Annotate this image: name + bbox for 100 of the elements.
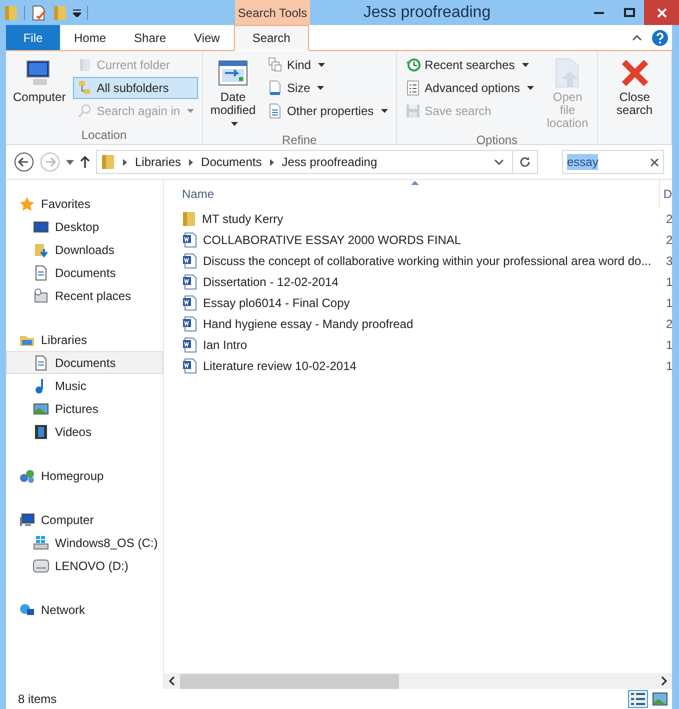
collapse-ribbon-icon[interactable] bbox=[632, 34, 642, 40]
address-bar[interactable]: Libraries Documents Jess proofreading bbox=[96, 150, 538, 174]
ribbon-tab[interactable]: Home bbox=[60, 25, 120, 50]
refresh-icon[interactable] bbox=[519, 156, 531, 168]
ribbon-tab[interactable]: View bbox=[180, 25, 234, 50]
nav-item[interactable]: Downloads bbox=[6, 238, 163, 261]
clear-icon[interactable] bbox=[650, 158, 659, 166]
ribbon-button[interactable]: Recent searches bbox=[400, 54, 538, 76]
ribbon-small-icon bbox=[266, 57, 283, 73]
nav-icon bbox=[19, 468, 35, 484]
scrollbar-thumb[interactable] bbox=[180, 674, 399, 688]
item-count: 8 items bbox=[18, 692, 58, 706]
chevron-icon[interactable] bbox=[123, 158, 127, 166]
help-icon[interactable] bbox=[652, 30, 668, 46]
context-tab-header: Search Tools bbox=[235, 0, 310, 25]
ribbon-tab[interactable]: File bbox=[6, 25, 60, 50]
view-button[interactable] bbox=[628, 690, 648, 708]
ribbon-button[interactable]: All subfolders bbox=[72, 77, 198, 99]
group-label: Refine bbox=[281, 133, 318, 147]
ribbon-button[interactable]: Other properties bbox=[262, 100, 392, 122]
breadcrumb[interactable]: Libraries bbox=[135, 155, 182, 169]
close-button[interactable] bbox=[644, 0, 679, 25]
back-button[interactable] bbox=[14, 152, 34, 172]
nav-icon bbox=[19, 602, 35, 618]
dropdown-icon[interactable] bbox=[73, 8, 81, 16]
chevron-icon[interactable] bbox=[270, 158, 274, 166]
ribbon-small-icon bbox=[76, 103, 93, 119]
table-cell-text: 2 bbox=[665, 212, 672, 226]
file-name[interactable]: Hand hygiene essay - Mandy proofread bbox=[164, 316, 663, 332]
nav-item[interactable]: Computer bbox=[6, 508, 163, 531]
nav-item[interactable]: Homegroup bbox=[6, 464, 163, 487]
column-header[interactable]: Name bbox=[164, 187, 660, 201]
ribbon-button[interactable]: Date modified bbox=[207, 54, 259, 133]
folder-icon bbox=[101, 154, 115, 170]
nav-icon bbox=[33, 534, 49, 550]
word-document-icon bbox=[182, 232, 197, 248]
table-cell-text: 2 bbox=[665, 316, 672, 330]
ribbon-tab[interactable]: Search bbox=[234, 25, 309, 51]
nav-item[interactable]: Pictures bbox=[6, 397, 163, 420]
caret-icon bbox=[187, 109, 194, 113]
file-name[interactable]: Ian Intro bbox=[164, 336, 663, 352]
up-arrow-icon[interactable] bbox=[80, 156, 90, 168]
nav-item[interactable]: Music bbox=[6, 374, 163, 397]
table-cell-text: 1 bbox=[665, 338, 672, 352]
nav-icon bbox=[33, 264, 49, 280]
ribbon-button[interactable]: Advanced options bbox=[400, 77, 538, 99]
maximize-icon[interactable] bbox=[624, 8, 634, 17]
file-name[interactable]: Literature review 10-02-2014 bbox=[164, 358, 663, 374]
ribbon-button[interactable]: Kind bbox=[262, 54, 392, 76]
nav-item[interactable]: Favorites bbox=[6, 192, 163, 215]
caret-icon bbox=[527, 86, 534, 90]
table-cell-text: 1 bbox=[665, 296, 672, 310]
word-document-icon bbox=[182, 336, 197, 352]
ribbon-tab[interactable]: Share bbox=[120, 25, 180, 50]
word-document-icon bbox=[182, 358, 197, 374]
ribbon-button[interactable]: Computer bbox=[10, 54, 69, 107]
word-document-icon bbox=[182, 252, 197, 268]
ribbon-small-icon bbox=[266, 80, 283, 96]
nav-item[interactable]: LENOVO (D:) bbox=[6, 554, 163, 577]
minimize-icon[interactable] bbox=[594, 12, 604, 14]
ribbon-small-icon bbox=[76, 80, 93, 96]
chevron-icon[interactable] bbox=[189, 158, 194, 166]
file-name[interactable]: COLLABORATIVE ESSAY 2000 WORDS FINAL bbox=[164, 232, 663, 248]
breadcrumb[interactable]: Jess proofreading bbox=[282, 155, 378, 169]
ribbon-button[interactable]: Size bbox=[262, 77, 392, 99]
word-document-icon bbox=[182, 294, 197, 310]
table-cell-text: 2 bbox=[665, 232, 672, 246]
nav-item[interactable]: Libraries bbox=[6, 328, 163, 351]
caret-icon bbox=[231, 122, 238, 126]
ribbon-small-icon bbox=[404, 103, 421, 119]
nav-item[interactable]: Recent places bbox=[6, 284, 163, 307]
caret-icon bbox=[522, 63, 529, 67]
nav-item[interactable]: Documents bbox=[6, 351, 163, 374]
file-name[interactable]: MT study Kerry bbox=[164, 210, 663, 226]
nav-icon bbox=[33, 424, 49, 440]
file-name[interactable]: Discuss the concept of collaborative working within your professional area word do... bbox=[164, 252, 663, 268]
ribbon-button[interactable]: Close search bbox=[602, 54, 667, 120]
window-title: Jess proofreading bbox=[362, 2, 492, 22]
table-cell-text: 1 bbox=[665, 274, 672, 288]
nav-item[interactable]: Documents bbox=[6, 261, 163, 284]
column-header[interactable]: D bbox=[659, 180, 672, 208]
history-dropdown-icon[interactable] bbox=[494, 159, 504, 165]
close-icon bbox=[656, 8, 666, 18]
nav-icon bbox=[33, 288, 49, 304]
nav-item[interactable]: Windows8_OS (C:) bbox=[6, 531, 163, 554]
file-name[interactable]: Dissertation - 12-02-2014 bbox=[164, 274, 663, 290]
properties-icon[interactable] bbox=[31, 4, 47, 20]
nav-icon bbox=[33, 218, 49, 234]
nav-item[interactable]: Desktop bbox=[6, 215, 163, 238]
nav-icon bbox=[33, 400, 49, 416]
file-name[interactable]: Essay plo6014 - Final Copy bbox=[164, 294, 663, 310]
nav-item[interactable]: Network bbox=[6, 598, 163, 621]
view-button[interactable] bbox=[650, 690, 670, 708]
nav-icon bbox=[33, 354, 49, 370]
picture-view-icon bbox=[652, 692, 668, 706]
breadcrumb[interactable]: Documents bbox=[201, 155, 262, 169]
caret-icon bbox=[317, 86, 324, 90]
table-cell-text: 3 bbox=[665, 254, 672, 268]
nav-item[interactable]: Videos bbox=[6, 420, 163, 443]
recent-locations-icon[interactable] bbox=[66, 160, 74, 164]
